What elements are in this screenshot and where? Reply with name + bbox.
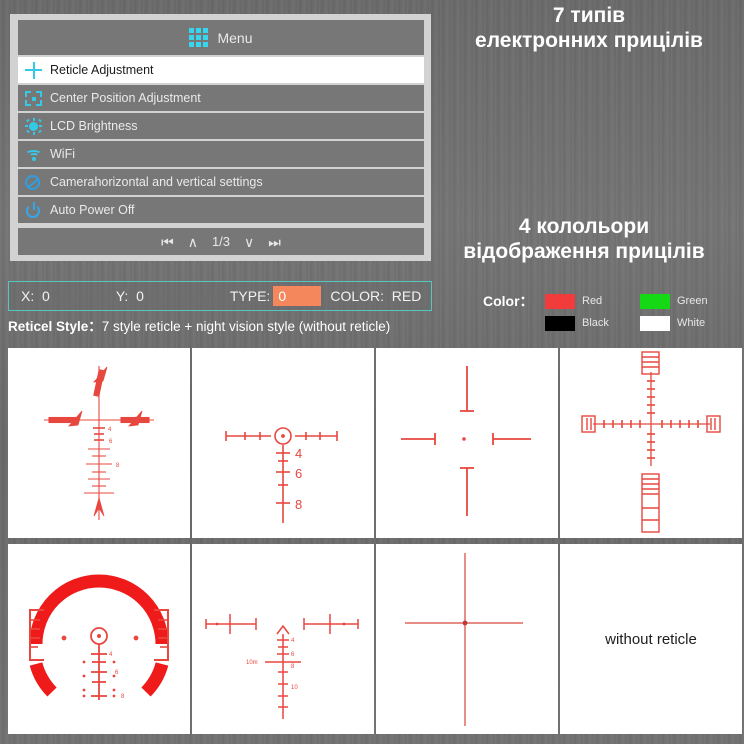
reticle-cell-8[interactable]: without reticle bbox=[560, 544, 742, 734]
x-value: 0 bbox=[42, 288, 50, 304]
reticle-label: 4 bbox=[291, 638, 295, 644]
reticle-cell-3[interactable] bbox=[376, 348, 558, 538]
legend-item-red: Red bbox=[545, 293, 640, 309]
headline-line-1: 4 колольори bbox=[518, 215, 650, 238]
color-field: COLOR: RED bbox=[330, 288, 421, 304]
type-value-highlight[interactable]: 0 bbox=[273, 286, 322, 306]
color-label: COLOR: bbox=[330, 288, 385, 304]
headline-line-1: 7 типів bbox=[552, 4, 626, 27]
menu-pagination: ⏮ ∧ 1/3 ∨ ⏭ bbox=[18, 228, 424, 255]
swatch-red bbox=[545, 293, 575, 309]
status-bar: X: 0 Y: 0 TYPE: 0 COLOR: RED bbox=[8, 281, 432, 311]
reticle-label: 4 bbox=[109, 652, 113, 658]
swatch-green bbox=[640, 293, 670, 309]
reticle-label: 6 bbox=[109, 439, 113, 445]
menu-item-auto-power-off[interactable]: Auto Power Off bbox=[18, 197, 424, 223]
swatch-label: Black bbox=[582, 317, 609, 329]
reticle-label: 6 bbox=[291, 652, 295, 658]
crop-frame-icon bbox=[25, 90, 42, 107]
reticle-grid: 4 6 8 4 6 8 4 6 8 4 6 8 10 10m without r… bbox=[8, 348, 742, 736]
reticle-cell-5[interactable]: 4 6 8 bbox=[8, 544, 190, 734]
color-value: RED bbox=[391, 288, 422, 304]
menu-item-label: Auto Power Off bbox=[50, 203, 135, 217]
menu-item-label: WiFi bbox=[50, 147, 75, 161]
reticle-cell-1[interactable]: 4 6 8 bbox=[8, 348, 190, 538]
type-label: TYPE: bbox=[229, 288, 271, 304]
reticle-style-label: Reticel Style： bbox=[8, 319, 102, 334]
wifi-icon bbox=[25, 146, 42, 163]
menu-item-label: Reticle Adjustment bbox=[50, 63, 154, 77]
reticle-label: 10 bbox=[291, 685, 298, 691]
reticle-label: 8 bbox=[291, 664, 295, 670]
menu-item-camera-horizontal-vertical-settings[interactable]: Camerahorizontal and vertical settings bbox=[18, 169, 424, 195]
headline-scope-types: 7 типів електронних прицілів bbox=[424, 4, 744, 54]
reticle-label: 6 bbox=[115, 670, 119, 676]
y-coordinate: Y: 0 bbox=[116, 288, 144, 304]
reticle-cell-6[interactable]: 4 6 8 10 10m bbox=[192, 544, 374, 734]
menu-item-reticle-adjustment[interactable]: Reticle Adjustment bbox=[18, 57, 424, 83]
legend-item-white: White bbox=[640, 315, 735, 331]
type-field[interactable]: TYPE: 0 bbox=[229, 286, 322, 306]
reticle-label: 8 bbox=[121, 694, 125, 700]
menu-item-label: LCD Brightness bbox=[50, 119, 138, 133]
swatch-label: White bbox=[677, 317, 706, 329]
reticle-style-caption: Reticel Style：7 style reticle + night vi… bbox=[8, 315, 390, 335]
reticle-label: 4 bbox=[295, 446, 302, 461]
plus-icon bbox=[25, 61, 42, 79]
reticle-label: 10m bbox=[246, 660, 258, 666]
first-page-icon[interactable]: ⏮ bbox=[161, 235, 174, 249]
headline-colors: 4 колольори відображення прицілів bbox=[414, 215, 744, 265]
headline-line-2: електронних прицілів bbox=[475, 28, 703, 52]
reticle-label: 8 bbox=[116, 463, 120, 469]
x-label: X: bbox=[21, 288, 35, 304]
reticle-label: 6 bbox=[295, 466, 302, 481]
reticle-label: 8 bbox=[295, 497, 302, 512]
prev-page-chevron-up-icon[interactable]: ∧ bbox=[188, 235, 198, 249]
legend-item-green: Green bbox=[640, 293, 735, 309]
color-legend: Color： Red Green Black White bbox=[483, 290, 733, 334]
menu-item-label: Camerahorizontal and vertical settings bbox=[50, 175, 263, 189]
next-page-chevron-down-icon[interactable]: ∨ bbox=[244, 235, 254, 249]
color-legend-label: Color： bbox=[483, 293, 534, 309]
swatch-white bbox=[640, 315, 670, 331]
menu-header: Menu bbox=[18, 20, 424, 55]
menu-item-center-position-adjustment[interactable]: Center Position Adjustment bbox=[18, 85, 424, 111]
power-icon bbox=[25, 201, 42, 219]
circle-slash-icon bbox=[25, 174, 42, 191]
y-label: Y: bbox=[115, 288, 129, 304]
swatch-label: Green bbox=[677, 295, 708, 307]
menu-panel: Menu Reticle Adjustment Center Position … bbox=[10, 14, 431, 261]
without-reticle-label: without reticle bbox=[605, 630, 697, 648]
swatch-black bbox=[545, 315, 575, 331]
reticle-style-value: 7 style reticle + night vision style (wi… bbox=[101, 319, 391, 334]
swatch-label: Red bbox=[582, 295, 603, 307]
last-page-icon[interactable]: ⏭ bbox=[268, 235, 281, 249]
reticle-cell-2[interactable]: 4 6 8 bbox=[192, 348, 374, 538]
headline-line-2: відображення прицілів bbox=[463, 239, 705, 263]
reticle-label: 4 bbox=[108, 427, 112, 433]
reticle-cell-7[interactable] bbox=[376, 544, 558, 734]
menu-item-lcd-brightness[interactable]: LCD Brightness bbox=[18, 113, 424, 139]
brightness-icon bbox=[25, 117, 42, 135]
x-coordinate: X: 0 bbox=[21, 288, 50, 304]
y-value: 0 bbox=[136, 288, 144, 304]
menu-item-wifi[interactable]: WiFi bbox=[18, 141, 424, 167]
reticle-cell-4[interactable] bbox=[560, 348, 742, 538]
menu-title: Menu bbox=[217, 29, 253, 46]
grid-icon bbox=[189, 28, 209, 47]
menu-item-label: Center Position Adjustment bbox=[50, 91, 201, 105]
legend-item-black: Black bbox=[545, 315, 640, 331]
page-indicator: 1/3 bbox=[211, 234, 231, 249]
